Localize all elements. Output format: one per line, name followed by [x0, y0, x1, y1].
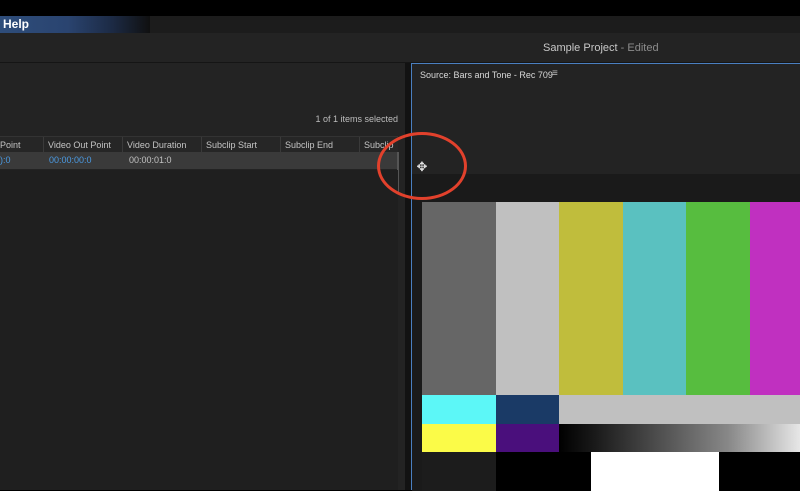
menu-item-help[interactable]: Help [0, 16, 150, 33]
midbar-gray [559, 395, 800, 424]
lowbar-purple [496, 424, 559, 452]
column-subclip-end[interactable]: Subclip End [281, 137, 360, 153]
title-bar: Sample Project - Edited [0, 33, 800, 63]
color-bars [422, 202, 800, 491]
hamburger-icon[interactable]: ≡ [552, 68, 558, 79]
bar-cyan [623, 202, 686, 395]
bar-light-gray [496, 202, 559, 395]
midbar-cyan [422, 395, 496, 424]
duration-value: 00:00:01:0 [129, 155, 172, 165]
bottom-white [591, 452, 719, 491]
menu-bar [0, 0, 800, 16]
project-panel: 1 of 1 items selected Point Video Out Po… [0, 63, 405, 490]
midbar-navy [496, 395, 559, 424]
source-monitor-panel: Source: Bars and Tone - Rec 709 ≡ [411, 63, 800, 491]
out-point-value[interactable]: 00:00:00:0 [45, 152, 92, 169]
luma-gradient [559, 424, 800, 452]
bar-magenta [750, 202, 800, 395]
table-row[interactable]: ):0 00:00:00:0 00:00:01:0 [0, 152, 398, 169]
bar-yellow [559, 202, 623, 395]
bottom-black-right [719, 452, 800, 491]
bar-gray [422, 202, 496, 395]
bottom-black-left [496, 452, 591, 491]
lowbar-yellow [422, 424, 496, 452]
items-selected-count: 1 of 1 items selected [315, 114, 398, 124]
bar-green [686, 202, 750, 395]
column-video-duration[interactable]: Video Duration [123, 137, 202, 153]
highlight-circle [377, 132, 467, 200]
bottom-dark-gray [422, 452, 496, 491]
project-name: Sample Project [543, 42, 618, 54]
menu-bar-filler [150, 16, 800, 33]
source-monitor-tab[interactable]: Source: Bars and Tone - Rec 709 [420, 70, 553, 80]
project-list-area [0, 170, 398, 490]
column-in-point[interactable]: Point [0, 137, 44, 153]
column-video-out-point[interactable]: Video Out Point [44, 137, 123, 153]
in-point-value[interactable]: ):0 [0, 152, 11, 169]
edit-state: - Edited [617, 42, 659, 54]
window-title: Sample Project - Edited [543, 33, 659, 63]
column-subclip-start[interactable]: Subclip Start [202, 137, 281, 153]
